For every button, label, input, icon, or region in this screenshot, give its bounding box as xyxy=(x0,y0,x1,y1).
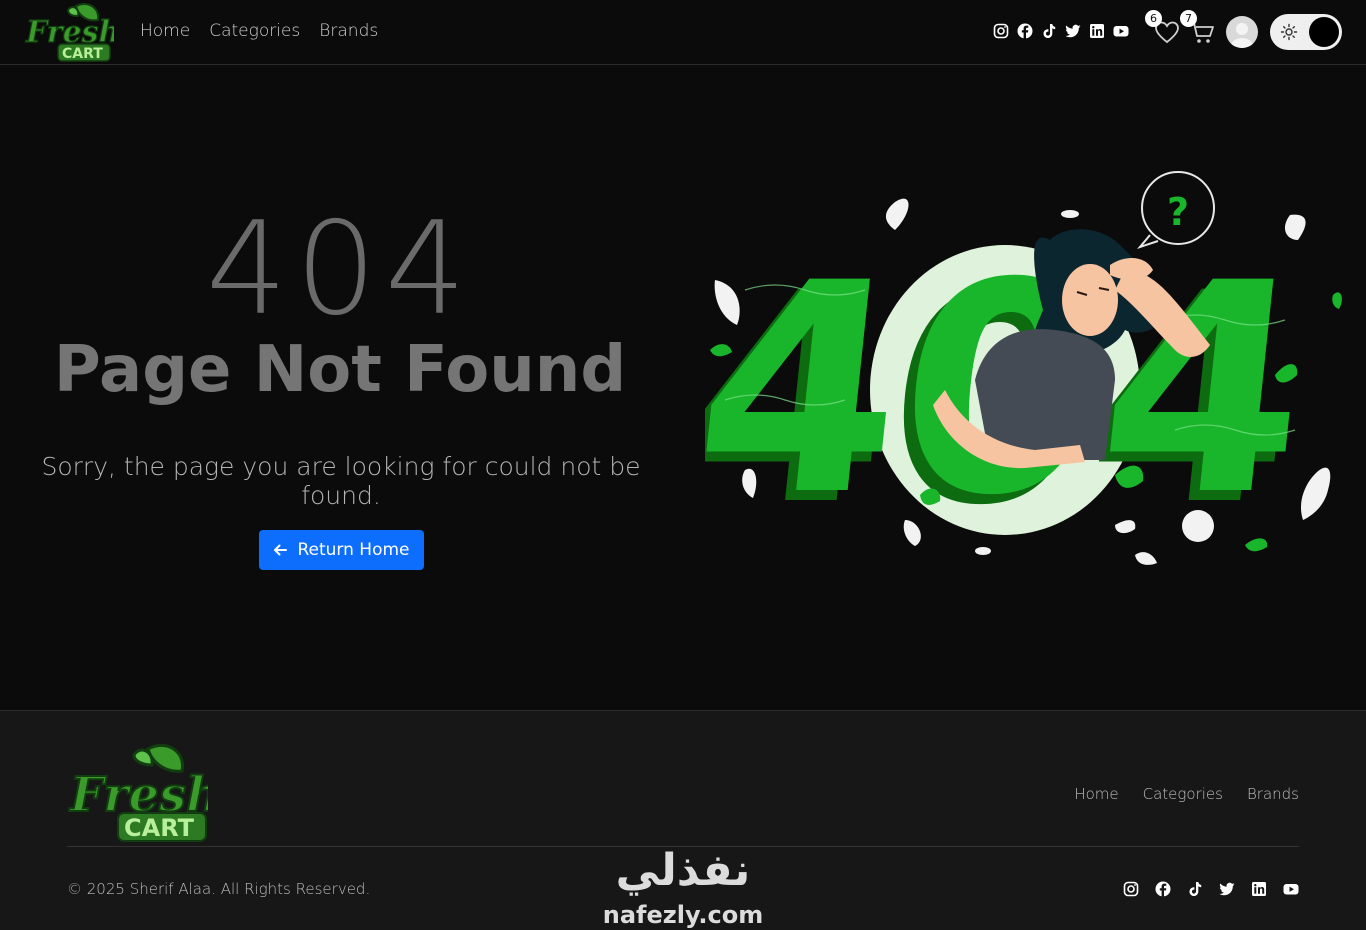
nav-brands-link[interactable]: Brands xyxy=(319,21,378,41)
linkedin-icon[interactable] xyxy=(1089,23,1105,39)
tiktok-icon[interactable] xyxy=(1187,881,1203,897)
freshcart-logo[interactable]: Fresh CART xyxy=(24,2,114,62)
facebook-icon[interactable] xyxy=(1155,881,1171,897)
404-illustration: 404 404 ? xyxy=(705,171,1342,569)
footer-categories-link[interactable]: Categories xyxy=(1143,785,1223,803)
nav-home-link[interactable]: Home xyxy=(140,21,190,41)
footer-nav: Home Categories Brands xyxy=(1074,785,1299,803)
toggle-knob xyxy=(1309,17,1339,47)
cart-count-badge: 7 xyxy=(1180,10,1197,27)
main-nav: Home Categories Brands xyxy=(140,21,378,41)
cart-button[interactable]: 7 xyxy=(1180,10,1216,47)
arrow-left-icon xyxy=(274,544,288,556)
nafezly-watermark: نفذلي nafezly.com xyxy=(603,845,763,929)
return-home-button[interactable]: Return Home xyxy=(259,530,424,570)
svg-text:nafezly.com: nafezly.com xyxy=(603,901,763,929)
footer-brands-link[interactable]: Brands xyxy=(1247,785,1299,803)
svg-text:CART: CART xyxy=(62,46,103,62)
page-title: Page Not Found xyxy=(53,333,627,407)
footer-social-links xyxy=(1123,881,1299,897)
header-social-links xyxy=(993,23,1129,39)
wishlist-button[interactable]: 6 xyxy=(1145,10,1181,47)
error-message: Sorry, the page you are looking for coul… xyxy=(41,452,641,510)
instagram-icon[interactable] xyxy=(1123,881,1139,897)
nav-categories-link[interactable]: Categories xyxy=(209,21,300,41)
youtube-icon[interactable] xyxy=(1113,23,1129,39)
copyright-text: © 2025 Sherif Alaa. All Rights Reserved. xyxy=(67,880,371,898)
tiktok-icon[interactable] xyxy=(1041,23,1057,39)
svg-text:CART: CART xyxy=(124,814,195,842)
svg-text:نفذلي: نفذلي xyxy=(616,845,751,896)
error-code: 404 xyxy=(205,195,475,344)
theme-toggle[interactable] xyxy=(1270,14,1342,50)
instagram-icon[interactable] xyxy=(993,23,1009,39)
user-silhouette-icon xyxy=(1230,23,1254,48)
linkedin-icon[interactable] xyxy=(1251,881,1267,897)
navbar: Fresh CART Home Categories Brands 6 7 xyxy=(0,0,1366,65)
return-home-label: Return Home xyxy=(297,540,410,560)
sun-icon xyxy=(1280,23,1298,41)
wishlist-count-badge: 6 xyxy=(1145,10,1162,27)
user-avatar[interactable] xyxy=(1226,16,1258,48)
question-mark: ? xyxy=(1167,190,1189,234)
twitter-icon[interactable] xyxy=(1065,23,1081,39)
footer-home-link[interactable]: Home xyxy=(1074,785,1118,803)
freshcart-footer-logo[interactable]: Fresh CART xyxy=(68,741,208,845)
facebook-icon[interactable] xyxy=(1017,23,1033,39)
youtube-icon[interactable] xyxy=(1283,881,1299,897)
twitter-icon[interactable] xyxy=(1219,881,1235,897)
